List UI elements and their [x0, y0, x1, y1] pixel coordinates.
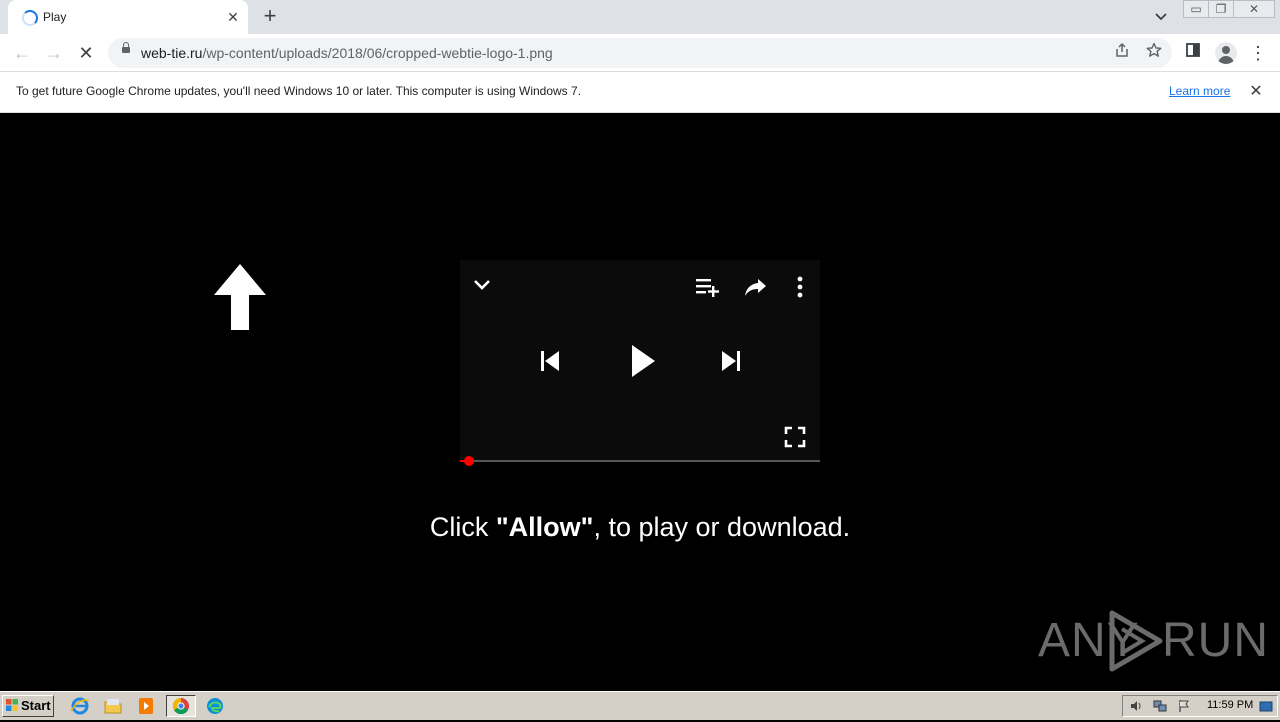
fullscreen-icon[interactable] [784, 426, 806, 448]
chrome-icon [172, 697, 189, 715]
window-close-button[interactable]: ✕ [1233, 0, 1275, 18]
infobar-message: To get future Google Chrome updates, you… [16, 84, 582, 98]
profile-avatar[interactable] [1215, 42, 1237, 64]
play-logo-icon [1109, 610, 1163, 672]
tab-strip: Play ✕ + ▭ ❐ ✕ [0, 0, 1280, 34]
add-to-queue-icon[interactable] [695, 276, 721, 298]
file-explorer-icon[interactable] [101, 695, 125, 717]
update-infobar: To get future Google Chrome updates, you… [0, 72, 1280, 113]
share-icon[interactable] [1111, 42, 1133, 64]
watermark-text-right: RUN [1162, 614, 1269, 667]
bookmark-star-icon[interactable] [1143, 42, 1165, 64]
lock-icon [122, 42, 130, 53]
loading-spinner-icon [22, 10, 38, 26]
new-tab-button[interactable]: + [258, 5, 282, 29]
stop-loading-button[interactable]: ✕ [74, 41, 98, 65]
tab-title: Play [43, 10, 67, 24]
chrome-menu-button[interactable]: ⋮ [1246, 41, 1270, 65]
share-icon[interactable] [744, 276, 768, 298]
url-text: web-tie.ru/wp-content/uploads/2018/06/cr… [141, 45, 553, 61]
browser-tab[interactable]: Play ✕ [8, 0, 248, 34]
chrome-taskbar-button[interactable] [166, 695, 196, 717]
back-button[interactable]: ← [10, 41, 34, 65]
allow-instruction: Click "Allow", to play or download. [429, 512, 851, 542]
page-content: Click "Allow", to play or download. ANY … [0, 113, 1280, 691]
volume-icon[interactable] [1129, 699, 1143, 713]
forward-button[interactable]: → [42, 41, 66, 65]
browser-toolbar: ← → ✕ web-tie.ru/wp-content/uploads/2018… [0, 34, 1280, 72]
more-options-icon[interactable] [794, 276, 806, 298]
video-player[interactable] [460, 260, 820, 466]
start-button[interactable]: Start [2, 695, 54, 717]
next-track-icon[interactable] [720, 349, 742, 373]
action-center-flag-icon[interactable] [1177, 699, 1191, 713]
chevron-down-icon[interactable] [472, 278, 492, 292]
system-tray: 11:59 PM [1122, 695, 1278, 717]
windows-logo-icon [6, 699, 18, 711]
show-desktop-icon[interactable] [1259, 699, 1273, 713]
tab-close-button[interactable]: ✕ [224, 8, 242, 26]
progress-scrubber[interactable] [464, 456, 474, 466]
internet-explorer-icon[interactable] [68, 695, 92, 717]
infobar-close-button[interactable]: ✕ [1246, 82, 1266, 102]
windows-taskbar: Start 11:59 PM [0, 691, 1280, 720]
tab-search-button[interactable] [1150, 6, 1172, 28]
play-icon[interactable] [630, 344, 656, 378]
media-player-icon[interactable] [134, 695, 158, 717]
previous-track-icon[interactable] [539, 349, 561, 373]
minimize-button[interactable]: ▭ [1183, 0, 1209, 18]
address-bar[interactable]: web-tie.ru/wp-content/uploads/2018/06/cr… [108, 38, 1172, 68]
edge-icon[interactable] [203, 695, 227, 717]
restore-button[interactable]: ❐ [1208, 0, 1234, 18]
progress-track[interactable] [460, 460, 820, 462]
taskbar-clock[interactable]: 11:59 PM [1207, 699, 1253, 711]
chevron-down-icon [1155, 13, 1167, 21]
side-panel-icon[interactable] [1181, 41, 1205, 65]
up-arrow-icon [214, 264, 266, 330]
learn-more-link[interactable]: Learn more [1169, 84, 1230, 98]
network-icon[interactable] [1153, 699, 1167, 713]
